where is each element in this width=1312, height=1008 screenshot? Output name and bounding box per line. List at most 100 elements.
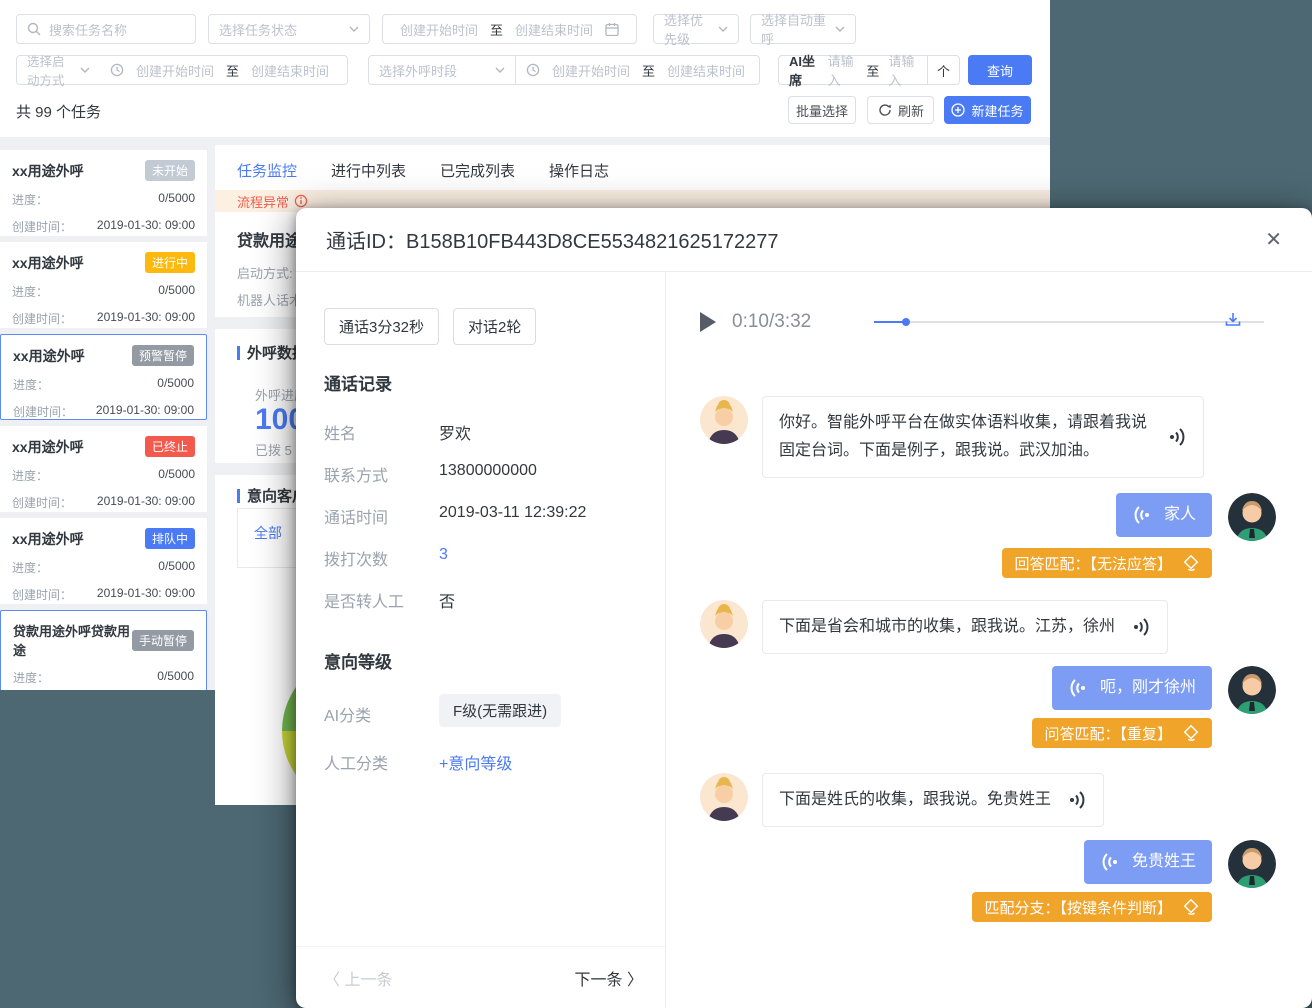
voice-icon[interactable] xyxy=(1100,851,1122,873)
task-status-select[interactable]: 选择任务状态 xyxy=(208,14,370,44)
dial-count-link[interactable]: 3 xyxy=(439,546,448,570)
transferred-to-human: 否 xyxy=(439,588,455,612)
task-name: xx用途外呼 xyxy=(12,161,84,181)
seek-knob[interactable] xyxy=(902,318,910,326)
bot-message-row: 下面是姓氏的收集，跟我说。免贵姓王 xyxy=(700,773,1276,827)
task-count: 共 99 个任务 xyxy=(16,101,101,122)
task-card[interactable]: xx用途外呼未开始 进度：0/5000 创建时间：2019-01-30: 09:… xyxy=(0,150,207,236)
tab-operation-log[interactable]: 操作日志 xyxy=(549,160,609,193)
task-progress: 0/5000 xyxy=(158,191,195,208)
section-bar xyxy=(237,346,240,360)
status-badge: 已终止 xyxy=(145,436,195,457)
refresh-icon xyxy=(877,103,892,118)
seek-bar[interactable] xyxy=(874,321,1264,323)
user-message-text: 免贵姓王 xyxy=(1132,849,1196,875)
start-mode-select[interactable]: 选择启动方式 xyxy=(16,55,101,85)
bot-message-text: 你好。智能外呼平台在做实体语料收集，请跟着我说固定台词。下面是例子，跟我说。武汉… xyxy=(779,409,1151,465)
eraser-icon[interactable] xyxy=(1182,724,1200,742)
field-row: 是否转人工 否 xyxy=(324,588,638,612)
warning-text: 流程异常 xyxy=(237,192,289,211)
status-badge: 手动暂停 xyxy=(132,630,194,651)
intent-level-heading: 意向等级 xyxy=(324,648,392,673)
task-card-selected[interactable]: xx用途外呼预警暂停 进度：0/5000 创建时间：2019-01-30: 09… xyxy=(0,334,207,420)
match-tag-row: 回答匹配：【无法应答】 xyxy=(700,548,1276,578)
voice-icon[interactable] xyxy=(1132,504,1154,526)
call-detail-modal: 通话ID：B158B10FB443D8CE5534821625172277 ✕ … xyxy=(296,208,1312,1008)
ai-seat-min-input[interactable]: 请输入 xyxy=(828,51,858,89)
status-badge: 未开始 xyxy=(145,160,195,181)
refresh-button[interactable]: 刷新 xyxy=(867,96,934,124)
add-intent-level-link[interactable]: +意向等级 xyxy=(439,750,512,774)
call-duration-tag: 通话3分32秒 xyxy=(324,308,439,345)
bg-start-mode-label: 启动方式: xyxy=(237,263,293,282)
task-card[interactable]: xx用途外呼进行中 进度：0/5000 创建时间：2019-01-30: 09:… xyxy=(0,242,207,328)
new-task-button[interactable]: 新建任务 xyxy=(944,96,1031,124)
branch-match-tag: 匹配分支：【按键条件判断】 xyxy=(972,892,1212,922)
user-bubble: 免贵姓王 xyxy=(1084,840,1212,884)
call-period-select[interactable]: 选择外呼时段 xyxy=(368,55,516,85)
eraser-icon[interactable] xyxy=(1182,898,1200,916)
plus-circle-icon xyxy=(951,103,965,117)
user-avatar xyxy=(1228,493,1276,541)
clock-icon xyxy=(526,63,540,77)
task-card-selected[interactable]: 贷款用途外呼贷款用途手动暂停 进度：0/5000 创建时间：2019-01-30… xyxy=(0,610,207,694)
batch-select-button[interactable]: 批量选择 xyxy=(788,96,856,124)
customer-name: 罗欢 xyxy=(439,420,471,444)
tab-in-progress-list[interactable]: 进行中列表 xyxy=(331,160,406,193)
canvas-cutout xyxy=(0,690,215,810)
bot-message-text: 下面是姓氏的收集，跟我说。免贵姓王 xyxy=(779,786,1051,814)
priority-select[interactable]: 选择优先级 xyxy=(653,14,739,44)
bot-avatar xyxy=(700,396,748,444)
task-progress: 0/5000 xyxy=(157,669,194,686)
ai-seat-range[interactable]: AI坐席 请输入 至 请输入 个 xyxy=(778,55,960,85)
conversation-pane: 0:10/3:32 你好。智能外呼平台在做实体语料收集，请跟着我说固定台词。下面… xyxy=(666,272,1312,1008)
phone-number: 13800000000 xyxy=(439,462,537,486)
download-icon[interactable] xyxy=(1224,311,1242,327)
play-icon[interactable] xyxy=(700,312,716,332)
voice-icon[interactable] xyxy=(1068,677,1090,699)
call-period-date-range[interactable]: 创建开始时间 至 创建结束时间 xyxy=(516,55,760,85)
prev-record-button[interactable]: 〈 上一条 xyxy=(324,966,392,990)
intent-tab-all[interactable]: 全部 xyxy=(254,523,282,543)
clock-icon xyxy=(110,63,124,77)
chevron-down-icon xyxy=(495,65,505,75)
dialog-rounds-tag: 对话2轮 xyxy=(453,308,536,345)
create-date-range[interactable]: 创建开始时间 至 创建结束时间 xyxy=(382,14,637,44)
status-badge: 进行中 xyxy=(145,252,195,273)
ai-seat-unit: 个 xyxy=(927,55,959,85)
field-row: 联系方式 13800000000 xyxy=(324,462,638,486)
next-record-button[interactable]: 下一条 〉 xyxy=(575,966,643,990)
task-created: 2019-01-30: 09:00 xyxy=(97,218,195,235)
section-bar xyxy=(237,489,240,503)
info-icon[interactable] xyxy=(294,194,308,208)
task-card[interactable]: xx用途外呼排队中 进度：0/5000 创建时间：2019-01-30: 09:… xyxy=(0,518,207,604)
auto-redial-select[interactable]: 选择自动重呼 xyxy=(750,14,856,44)
task-search-input[interactable]: 搜索任务名称 xyxy=(16,14,196,44)
answer-match-tag: 回答匹配：【无法应答】 xyxy=(1002,548,1212,578)
task-card[interactable]: xx用途外呼已终止 进度：0/5000 创建时间：2019-01-30: 09:… xyxy=(0,426,207,512)
sound-playing-icon[interactable] xyxy=(1165,426,1187,448)
match-tag-row: 问答匹配：【重复】 xyxy=(700,718,1276,748)
call-record-heading: 通话记录 xyxy=(324,370,392,395)
status-badge: 排队中 xyxy=(145,528,195,549)
tab-task-monitor[interactable]: 任务监控 xyxy=(237,160,297,193)
sound-playing-icon[interactable] xyxy=(1129,616,1151,638)
bot-message-text: 下面是省会和城市的收集，跟我说。江苏，徐州 xyxy=(779,613,1115,641)
close-icon[interactable]: ✕ xyxy=(1265,230,1282,250)
bot-bubble: 下面是省会和城市的收集，跟我说。江苏，徐州 xyxy=(762,600,1168,654)
search-icon xyxy=(27,22,41,36)
field-row: 姓名 罗欢 xyxy=(324,420,638,444)
bot-message-row: 下面是省会和城市的收集，跟我说。江苏，徐州 xyxy=(700,600,1276,654)
user-message-row: 免贵姓王 xyxy=(700,840,1276,888)
record-pager: 〈 上一条 下一条 〉 xyxy=(296,946,665,1008)
call-time: 2019-03-11 12:39:22 xyxy=(439,504,586,528)
user-message-row: 家人 xyxy=(700,493,1276,541)
ai-seat-max-input[interactable]: 请输入 xyxy=(888,51,918,89)
eraser-icon[interactable] xyxy=(1182,554,1200,572)
query-button[interactable]: 查询 xyxy=(968,55,1032,85)
user-avatar xyxy=(1228,840,1276,888)
tab-completed-list[interactable]: 已完成列表 xyxy=(440,160,515,193)
task-created: 2019-01-30: 09:00 xyxy=(97,310,195,327)
sound-playing-icon[interactable] xyxy=(1065,789,1087,811)
start-mode-date-range[interactable]: 创建开始时间 至 创建结束时间 xyxy=(100,55,348,85)
